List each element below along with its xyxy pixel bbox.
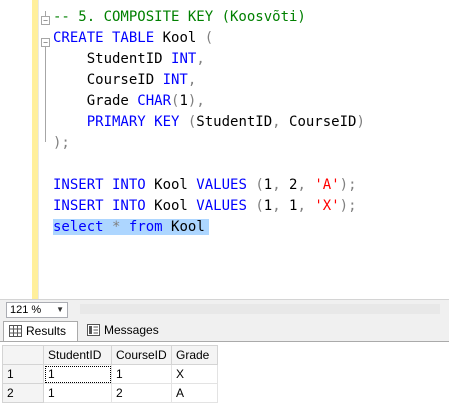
code-token: 1	[179, 93, 188, 109]
code-token: ,	[297, 177, 306, 193]
code-token: PRIMARY KEY	[53, 114, 188, 130]
code-area[interactable]: -- 5. COMPOSITE KEY (Koosvõti) CREATE TAB…	[53, 7, 365, 238]
code-token: ,	[272, 198, 281, 214]
code-token: ),	[187, 93, 205, 109]
table-row[interactable]: 2 1 2 A	[2, 383, 218, 403]
code-token: 'X'	[314, 198, 340, 214]
code-line[interactable]: StudentID INT,	[53, 49, 365, 70]
query-editor[interactable]: − − -- 5. COMPOSITE KEY (Koosvõti) CREATE…	[0, 0, 449, 299]
grid-cell[interactable]: A	[171, 383, 218, 403]
grid-corner[interactable]	[2, 345, 44, 365]
code-token: CourseID	[53, 72, 163, 88]
code-token: ,	[297, 198, 306, 214]
code-token: select	[53, 219, 104, 235]
code-token: Kool	[162, 219, 205, 235]
code-token: INSERT INTO	[53, 177, 146, 193]
code-line[interactable]: CREATE TABLE Kool (	[53, 28, 365, 49]
code-token: )	[356, 114, 365, 130]
code-token: 1	[263, 177, 273, 193]
results-tabs: Results Messages	[0, 319, 449, 341]
column-header-studentid[interactable]: StudentID	[43, 345, 112, 365]
table-row[interactable]: 1 1 1 X	[2, 364, 218, 384]
tab-messages-label: Messages	[104, 323, 159, 337]
zoom-dropdown[interactable]: 121 % ▼	[6, 302, 68, 318]
horizontal-scrollbar[interactable]	[80, 304, 440, 314]
grid-icon	[9, 325, 22, 337]
code-token: 1	[263, 198, 273, 214]
code-token: StudentID	[196, 114, 273, 130]
code-token: );	[339, 198, 357, 214]
grid-cell[interactable]: X	[171, 364, 218, 384]
results-grid[interactable]: StudentID CourseID Grade 1 1 1 X 2 1 2 A	[0, 341, 449, 413]
code-token: StudentID	[53, 51, 172, 67]
code-token: Kool	[154, 30, 205, 46]
code-token: -- 5. COMPOSITE KEY (Koosvõti)	[53, 9, 306, 25]
code-line[interactable]: INSERT INTO Kool VALUES (1, 1, 'X');	[53, 196, 365, 217]
code-line[interactable]	[53, 154, 365, 175]
tab-results[interactable]: Results	[3, 321, 78, 341]
code-token: (	[255, 177, 264, 193]
code-token: CourseID	[280, 114, 357, 130]
messages-icon	[87, 324, 100, 336]
code-token: ,	[272, 177, 281, 193]
fold-line	[45, 46, 46, 142]
grid-cell[interactable]: 1	[43, 383, 112, 403]
code-token: ,	[187, 72, 197, 88]
row-number[interactable]: 1	[2, 364, 44, 384]
chevron-down-icon: ▼	[56, 305, 64, 314]
code-token: Kool	[145, 198, 197, 214]
code-token: ,	[272, 114, 281, 130]
code-token: Kool	[145, 177, 197, 193]
row-number[interactable]: 2	[2, 383, 44, 403]
column-header-grade[interactable]: Grade	[171, 345, 218, 365]
code-token: 'A'	[314, 177, 340, 193]
tab-results-label: Results	[26, 324, 67, 338]
code-line[interactable]: );	[53, 133, 365, 154]
code-line[interactable]: INSERT INTO Kool VALUES (1, 2, 'A');	[53, 175, 365, 196]
tab-messages[interactable]: Messages	[82, 321, 160, 340]
code-line[interactable]: CourseID INT,	[53, 70, 365, 91]
code-line[interactable]: -- 5. COMPOSITE KEY (Koosvõti)	[53, 7, 365, 28]
zoom-value: 121 %	[10, 304, 42, 316]
code-token: (	[255, 198, 264, 214]
code-line[interactable]: PRIMARY KEY (StudentID, CourseID)	[53, 112, 365, 133]
code-token: INT	[171, 51, 197, 67]
code-token: VALUES	[196, 198, 247, 214]
code-token: ,	[196, 51, 205, 67]
text-selection[interactable]: select * from Kool	[53, 219, 209, 235]
code-token: 2	[280, 177, 298, 193]
code-token: CHAR	[137, 93, 172, 109]
collapse-icon-create-table[interactable]: −	[41, 38, 50, 47]
code-token: Grade	[53, 93, 138, 109]
grid-cell[interactable]: 2	[111, 383, 172, 403]
code-token: );	[339, 177, 357, 193]
code-token: VALUES	[196, 177, 247, 193]
code-token: 1	[280, 198, 298, 214]
code-token: INT	[162, 72, 188, 88]
collapse-icon-comment[interactable]: −	[41, 16, 50, 25]
code-line[interactable]: select * from Kool	[53, 217, 365, 238]
margin-divider	[38, 0, 39, 299]
editor-status-bar: 121 % ▼	[0, 299, 449, 319]
code-token: INSERT INTO	[53, 198, 146, 214]
outline-margin: − −	[41, 0, 50, 299]
column-header-courseid[interactable]: CourseID	[111, 345, 172, 365]
code-token: CREATE TABLE	[53, 30, 155, 46]
grid-cell[interactable]: 1	[43, 364, 112, 384]
code-token: (	[204, 30, 214, 46]
code-token: from	[128, 219, 163, 235]
grid-cell[interactable]: 1	[111, 364, 172, 384]
code-line[interactable]: Grade CHAR(1),	[53, 91, 365, 112]
code-token: );	[53, 135, 70, 151]
